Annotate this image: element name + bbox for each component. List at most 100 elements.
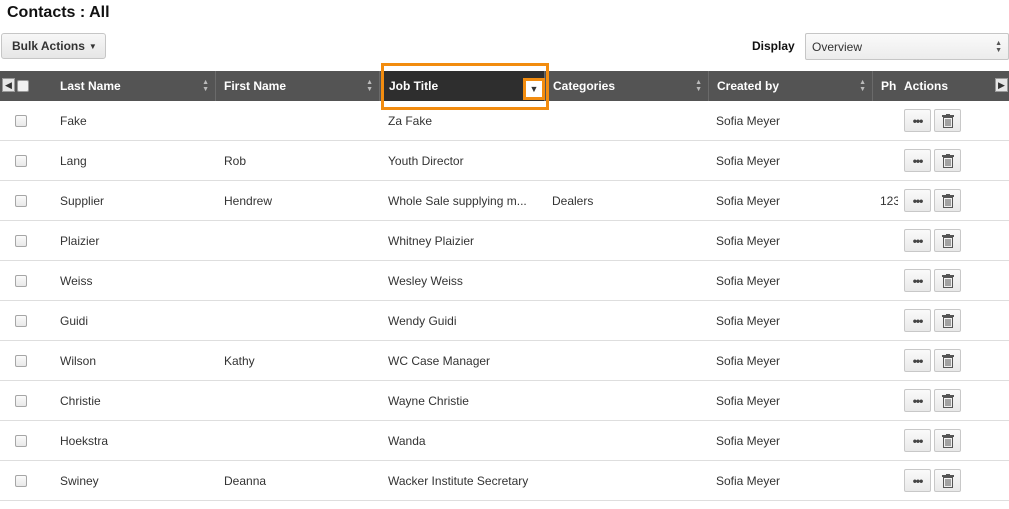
more-actions-button[interactable]: ••• bbox=[904, 189, 931, 212]
row-checkbox[interactable] bbox=[15, 435, 27, 447]
cell-job-title: Wanda bbox=[388, 434, 426, 448]
bulk-actions-button[interactable]: Bulk Actions ▼ bbox=[1, 33, 106, 59]
table-row: Hoekstra Wanda Sofia Meyer ••• bbox=[0, 421, 1009, 461]
cell-last-name[interactable]: Fake bbox=[60, 114, 210, 128]
sort-icon: ▲ ▼ bbox=[859, 79, 866, 93]
row-checkbox[interactable] bbox=[15, 315, 27, 327]
cell-job-title: Wayne Christie bbox=[388, 394, 469, 408]
sort-icon: ▲ ▼ bbox=[366, 79, 373, 93]
column-header-first-name[interactable]: First Name ▲ ▼ bbox=[216, 71, 380, 101]
trash-icon bbox=[941, 473, 954, 488]
more-actions-button[interactable]: ••• bbox=[904, 229, 931, 252]
cell-job-title: Wesley Weiss bbox=[388, 274, 463, 288]
cell-last-name[interactable]: Guidi bbox=[60, 314, 210, 328]
ellipsis-icon: ••• bbox=[912, 353, 924, 368]
column-header-phone[interactable]: Ph bbox=[873, 71, 897, 101]
column-header-created-by[interactable]: Created by ▲ ▼ bbox=[709, 71, 873, 101]
row-checkbox[interactable] bbox=[15, 155, 27, 167]
row-checkbox[interactable] bbox=[15, 275, 27, 287]
cell-last-name[interactable]: Lang bbox=[60, 154, 210, 168]
trash-icon bbox=[941, 113, 954, 128]
cell-job-title: Whole Sale supplying m... bbox=[388, 194, 527, 208]
trash-icon bbox=[941, 153, 954, 168]
more-actions-button[interactable]: ••• bbox=[904, 429, 931, 452]
table-row: Lang Rob Youth Director Sofia Meyer ••• bbox=[0, 141, 1009, 181]
trash-icon bbox=[941, 313, 954, 328]
display-select-value: Overview bbox=[812, 39, 863, 54]
delete-button[interactable] bbox=[934, 349, 961, 372]
more-actions-button[interactable]: ••• bbox=[904, 349, 931, 372]
cell-created-by: Sofia Meyer bbox=[716, 394, 781, 408]
ellipsis-icon: ••• bbox=[912, 313, 924, 328]
ellipsis-icon: ••• bbox=[912, 233, 924, 248]
more-actions-button[interactable]: ••• bbox=[904, 109, 931, 132]
cell-last-name[interactable]: Plaizier bbox=[60, 234, 210, 248]
row-checkbox[interactable] bbox=[15, 355, 27, 367]
trash-icon bbox=[941, 273, 954, 288]
row-checkbox[interactable] bbox=[15, 395, 27, 407]
delete-button[interactable] bbox=[934, 189, 961, 212]
more-actions-button[interactable]: ••• bbox=[904, 389, 931, 412]
dropdown-arrow-icon: ▼ bbox=[529, 84, 539, 94]
trash-icon bbox=[941, 353, 954, 368]
more-actions-button[interactable]: ••• bbox=[904, 309, 931, 332]
cell-last-name[interactable]: Supplier bbox=[60, 194, 210, 208]
trash-icon bbox=[941, 193, 954, 208]
ellipsis-icon: ••• bbox=[912, 193, 924, 208]
table-row: Guidi Wendy Guidi Sofia Meyer ••• bbox=[0, 301, 1009, 341]
trash-icon bbox=[941, 393, 954, 408]
table-row: Wilson Kathy WC Case Manager Sofia Meyer… bbox=[0, 341, 1009, 381]
caret-down-icon: ▼ bbox=[88, 41, 97, 51]
delete-button[interactable] bbox=[934, 389, 961, 412]
table-row: Plaizier Whitney Plaizier Sofia Meyer ••… bbox=[0, 221, 1009, 261]
select-all-checkbox[interactable] bbox=[17, 80, 29, 92]
more-actions-button[interactable]: ••• bbox=[904, 469, 931, 492]
more-actions-button[interactable]: ••• bbox=[904, 269, 931, 292]
delete-button[interactable] bbox=[934, 109, 961, 132]
cell-created-by: Sofia Meyer bbox=[716, 114, 781, 128]
delete-button[interactable] bbox=[934, 229, 961, 252]
cell-job-title: Za Fake bbox=[388, 114, 433, 128]
cell-created-by: Sofia Meyer bbox=[716, 474, 781, 488]
cell-last-name[interactable]: Weiss bbox=[60, 274, 210, 288]
delete-button[interactable] bbox=[934, 149, 961, 172]
sort-icon: ▲ ▼ bbox=[695, 79, 702, 93]
cell-job-title: Wacker Institute Secretary bbox=[388, 474, 529, 488]
ellipsis-icon: ••• bbox=[912, 433, 924, 448]
delete-button[interactable] bbox=[934, 269, 961, 292]
scroll-right-icon[interactable]: ▶ bbox=[995, 78, 1008, 92]
cell-created-by: Sofia Meyer bbox=[716, 154, 781, 168]
table-body: Fake Za Fake Sofia Meyer ••• Lang Rob Yo… bbox=[0, 101, 1009, 501]
row-checkbox[interactable] bbox=[15, 115, 27, 127]
cell-last-name[interactable]: Wilson bbox=[60, 354, 210, 368]
row-checkbox[interactable] bbox=[15, 235, 27, 247]
cell-last-name[interactable]: Hoekstra bbox=[60, 434, 210, 448]
column-menu-button[interactable]: ▼ bbox=[523, 78, 545, 100]
column-header-last-name[interactable]: Last Name ▲ ▼ bbox=[52, 71, 216, 101]
cell-first-name: Rob bbox=[224, 154, 247, 168]
table-row: Weiss Wesley Weiss Sofia Meyer ••• bbox=[0, 261, 1009, 301]
cell-first-name: Deanna bbox=[224, 474, 267, 488]
row-checkbox[interactable] bbox=[15, 195, 27, 207]
column-header-actions: Actions bbox=[904, 79, 949, 93]
cell-last-name[interactable]: Swiney bbox=[60, 474, 210, 488]
page-title: Contacts : All bbox=[7, 4, 110, 21]
ellipsis-icon: ••• bbox=[912, 113, 924, 128]
table-row: Swiney Deanna Wacker Institute Secretary… bbox=[0, 461, 1009, 501]
cell-categories: Dealers bbox=[552, 194, 594, 208]
trash-icon bbox=[941, 233, 954, 248]
delete-button[interactable] bbox=[934, 429, 961, 452]
trash-icon bbox=[941, 433, 954, 448]
more-actions-button[interactable]: ••• bbox=[904, 149, 931, 172]
cell-last-name[interactable]: Christie bbox=[60, 394, 210, 408]
cell-job-title: Wendy Guidi bbox=[388, 314, 457, 328]
cell-first-name: Hendrew bbox=[224, 194, 273, 208]
table-row: Supplier Hendrew Whole Sale supplying m.… bbox=[0, 181, 1009, 221]
column-header-categories[interactable]: Categories ▲ ▼ bbox=[545, 71, 709, 101]
row-checkbox[interactable] bbox=[15, 475, 27, 487]
delete-button[interactable] bbox=[934, 469, 961, 492]
display-select[interactable]: Overview ▲ ▼ bbox=[805, 33, 1009, 60]
scroll-left-icon[interactable]: ◀ bbox=[2, 78, 15, 92]
select-arrows-icon: ▲ ▼ bbox=[995, 40, 1002, 54]
delete-button[interactable] bbox=[934, 309, 961, 332]
